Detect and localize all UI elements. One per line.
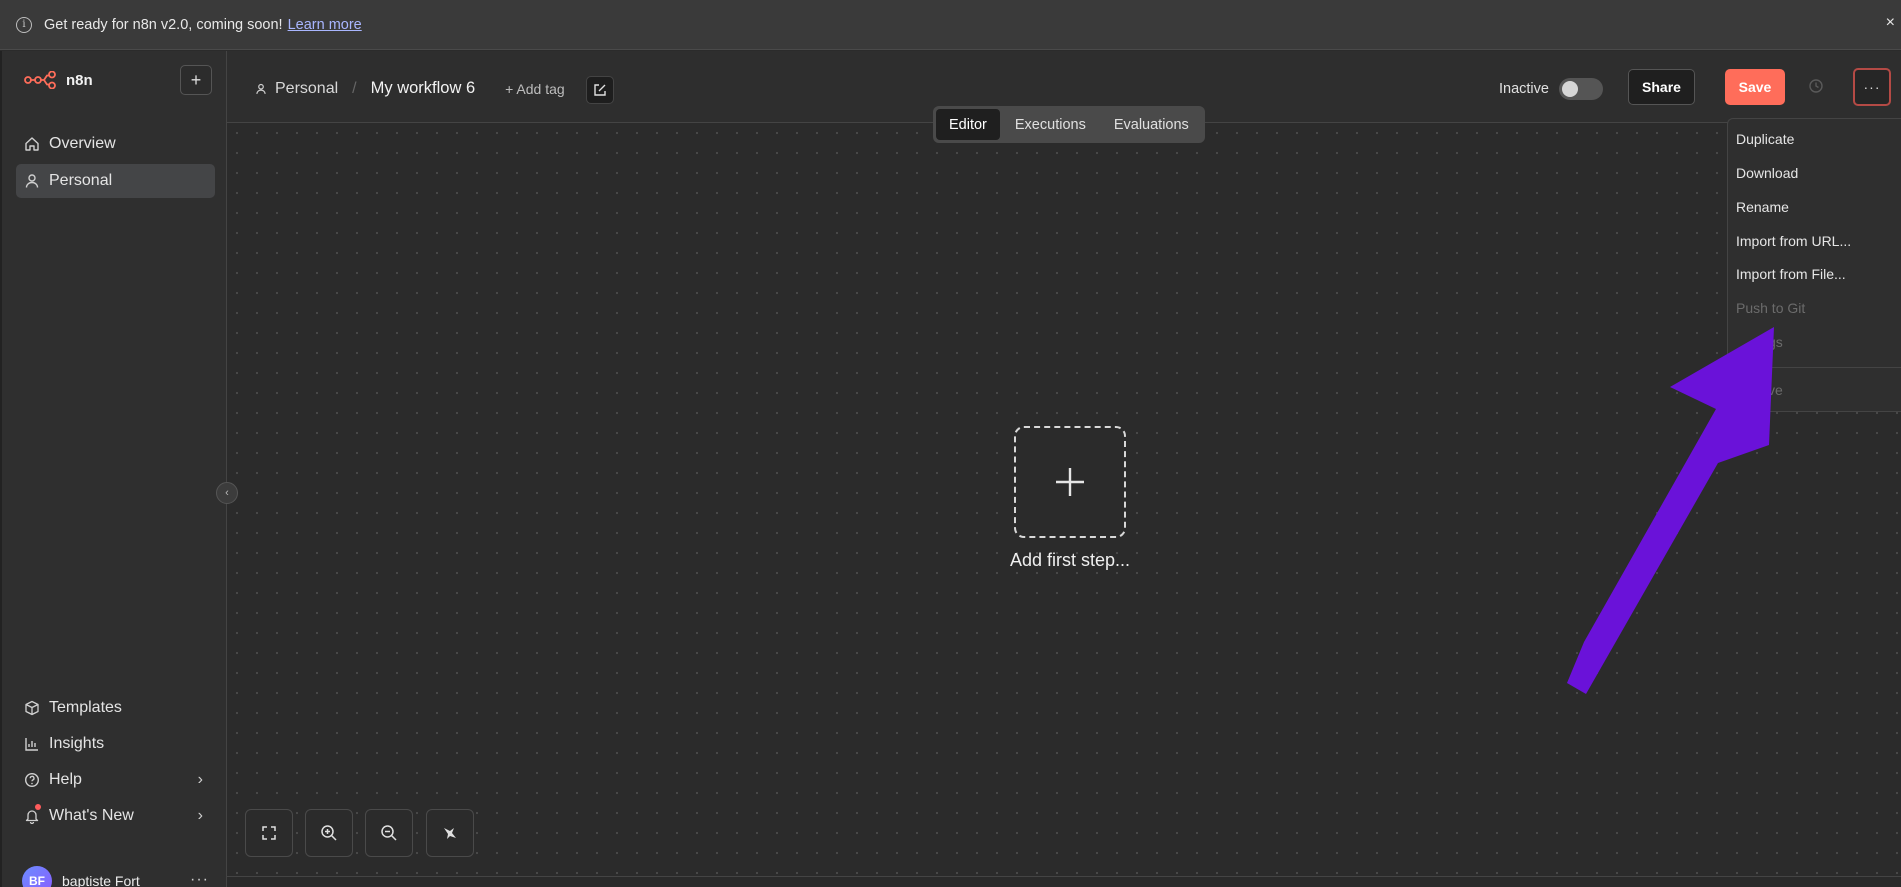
- sidebar-item-personal[interactable]: Personal: [16, 164, 215, 198]
- edit-icon: [594, 84, 606, 96]
- more-options-button[interactable]: ···: [1853, 68, 1891, 106]
- tidy-up-button[interactable]: [426, 809, 474, 857]
- history-button[interactable]: [1808, 78, 1824, 99]
- view-tabs: Editor Executions Evaluations: [933, 106, 1205, 143]
- tab-evaluations[interactable]: Evaluations: [1101, 109, 1202, 140]
- more-options-menu: Duplicate Download Rename Import from UR…: [1727, 118, 1901, 412]
- breadcrumb: Personal / My workflow 6 + Add tag: [255, 79, 565, 98]
- menu-item-import-url[interactable]: Import from URL...: [1736, 233, 1851, 249]
- zoom-in-icon: [321, 825, 337, 841]
- add-first-step-label: Add first step...: [1009, 550, 1131, 570]
- toggle-knob: [1561, 81, 1578, 97]
- status-label: Inactive: [1499, 81, 1549, 97]
- banner-message: Get ready for n8n v2.0, coming soon!: [44, 16, 283, 33]
- home-icon: [24, 136, 40, 152]
- user-menu-button[interactable]: ···: [190, 871, 209, 887]
- active-toggle[interactable]: [1558, 78, 1603, 100]
- canvas-footer: [227, 876, 1901, 887]
- plus-icon: [1056, 468, 1084, 496]
- menu-item-duplicate[interactable]: Duplicate: [1736, 131, 1794, 147]
- sidebar: n8n + Overview Personal Templates Insigh…: [0, 51, 227, 887]
- notification-dot: [35, 804, 41, 810]
- chevron-right-icon: ›: [197, 771, 203, 788]
- info-icon: i: [16, 16, 32, 33]
- share-button[interactable]: Share: [1628, 69, 1695, 105]
- zoom-in-button[interactable]: [305, 809, 353, 857]
- zoom-out-icon: [381, 825, 397, 841]
- sidebar-item-label: Insights: [49, 735, 105, 752]
- sidebar-item-insights[interactable]: Insights: [16, 727, 215, 761]
- add-tag-button[interactable]: + Add tag: [505, 81, 565, 97]
- menu-item-settings: gs: [1768, 334, 1783, 350]
- active-toggle-group: Inactive: [1499, 78, 1603, 100]
- menu-item-import-file[interactable]: Import from File...: [1736, 266, 1846, 282]
- user-icon: [24, 173, 40, 189]
- broom-icon: [444, 828, 456, 839]
- user-name: baptiste Fort: [62, 873, 140, 887]
- sidebar-item-label: Templates: [49, 699, 122, 716]
- sidebar-item-help[interactable]: Help ›: [16, 763, 215, 797]
- add-first-step-button[interactable]: [1014, 426, 1126, 538]
- user-profile[interactable]: BF baptiste Fort: [22, 866, 140, 887]
- sidebar-item-label: Overview: [49, 135, 116, 152]
- edit-description-button[interactable]: [586, 76, 614, 104]
- close-icon[interactable]: ×: [1886, 14, 1895, 32]
- n8n-logo-icon: [24, 71, 56, 89]
- brand-name: n8n: [66, 71, 93, 89]
- sidebar-item-label: Help: [49, 771, 82, 788]
- fit-view-icon: [262, 826, 276, 840]
- tab-executions[interactable]: Executions: [1002, 109, 1099, 140]
- tab-editor[interactable]: Editor: [936, 109, 1000, 140]
- learn-more-link[interactable]: Learn more: [288, 17, 362, 33]
- bell-icon: [24, 808, 40, 824]
- sidebar-item-templates[interactable]: Templates: [16, 691, 215, 725]
- box-icon: [24, 700, 40, 716]
- menu-item-archive: ve: [1768, 382, 1783, 398]
- workflow-name[interactable]: My workflow 6: [371, 79, 476, 98]
- history-icon: [1809, 79, 1823, 93]
- sidebar-item-whats-new[interactable]: What's New ›: [16, 799, 215, 833]
- chart-icon: [24, 736, 40, 752]
- menu-item-push-to-git: Push to Git: [1736, 300, 1806, 316]
- collapse-sidebar-button[interactable]: ‹: [216, 482, 238, 504]
- menu-item-rename[interactable]: Rename: [1736, 199, 1789, 215]
- menu-divider: [1728, 367, 1901, 368]
- chevron-right-icon: ›: [197, 807, 203, 824]
- sidebar-item-label: What's New: [49, 807, 134, 824]
- help-icon: [24, 772, 40, 788]
- save-button[interactable]: Save: [1725, 69, 1785, 105]
- announcement-banner: i Get ready for n8n v2.0, coming soon! L…: [0, 0, 1901, 50]
- n8n-logo[interactable]: n8n: [24, 71, 93, 89]
- avatar: BF: [22, 866, 52, 887]
- breadcrumb-separator: /: [352, 79, 357, 97]
- sidebar-item-overview[interactable]: Overview: [16, 127, 215, 161]
- user-icon: [256, 83, 266, 94]
- zoom-out-button[interactable]: [365, 809, 413, 857]
- menu-item-download[interactable]: Download: [1736, 165, 1798, 181]
- create-button[interactable]: +: [180, 65, 212, 95]
- sidebar-item-label: Personal: [49, 172, 113, 189]
- breadcrumb-project[interactable]: Personal: [275, 80, 338, 98]
- fit-view-button[interactable]: [245, 809, 293, 857]
